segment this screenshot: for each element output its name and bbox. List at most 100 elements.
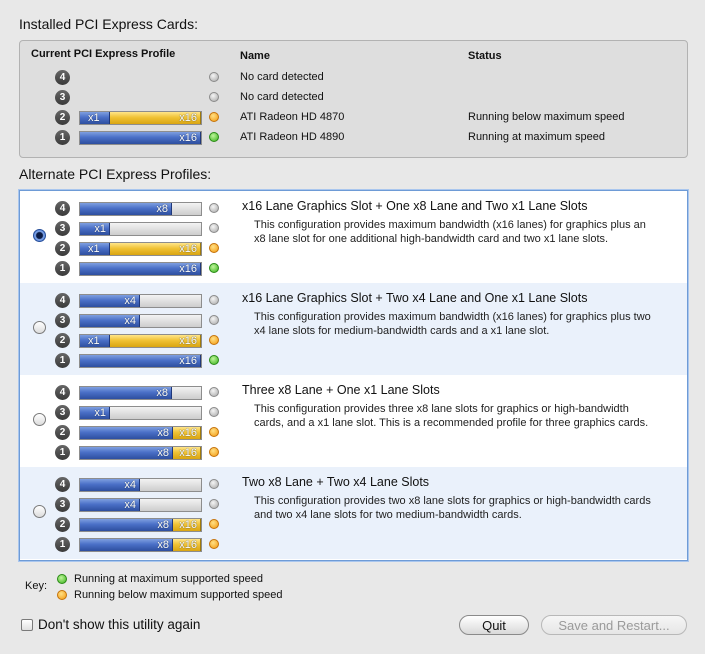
status-light-icon [209,355,219,365]
lane-segment: x16 [173,447,201,459]
save-and-restart-button[interactable]: Save and Restart... [541,615,687,635]
lane-bar: x16 [79,262,202,276]
lane-segment: x1 [80,112,110,124]
slot-number-badge: 4 [55,70,70,85]
status-light-icon [209,112,219,122]
profile-row[interactable]: 4 x4 3 x4 2 x1 x16 1 x16 x16 Lane Graphics Slot +… [20,283,687,375]
lane-width-label: x1 [88,335,100,347]
lane-width-label: x1 [88,243,100,255]
slot-number-badge: 3 [55,405,70,420]
lane-width-label: x16 [179,539,197,551]
status-light-icon [209,203,219,213]
card-status: Running at maximum speed [468,131,605,143]
slot-number-badge: 3 [55,221,70,236]
alternate-profiles-list[interactable]: 4 x8 3 x1 2 x1 x16 1 x16 x16 Lane Graphics Slot +… [19,190,688,561]
lane-width-label: x4 [124,499,136,511]
slot-number-badge: 3 [55,497,70,512]
lane-width-label: x8 [157,427,169,439]
slot-number-badge: 2 [55,241,70,256]
status-light-icon [209,92,219,102]
lane-bar: x4 [79,498,202,512]
dont-show-checkbox[interactable] [21,619,33,631]
lane-bar: x1 [79,406,202,420]
lane-width-label: x8 [156,387,168,399]
slot-number-badge: 2 [55,425,70,440]
card-name: ATI Radeon HD 4870 [240,111,345,123]
status-light-icon [209,427,219,437]
installed-cards-heading: Installed PCI Express Cards: [19,16,198,32]
dont-show-label[interactable]: Don't show this utility again [38,617,200,632]
card-name: No card detected [240,91,324,103]
lane-segment: x1 [80,407,110,419]
lane-bar: x4 [79,294,202,308]
status-light-icon [209,315,219,325]
status-light-icon [209,447,219,457]
lane-segment: x1 [80,243,110,255]
status-light-icon [209,263,219,273]
lane-bar: x8 [79,386,202,400]
lane-segment: x16 [80,132,201,144]
lane-width-label: x1 [88,112,100,124]
slot-number-badge: 1 [55,261,70,276]
key-label: Key: [25,580,48,592]
lane-segment: x16 [80,355,201,367]
profile-radio-button[interactable] [33,321,46,334]
lane-width-label: x16 [179,132,197,144]
lane-width-label: x4 [124,479,136,491]
status-light-icon [209,72,219,82]
lane-width-label: x16 [179,355,197,367]
slot-number-badge: 1 [55,130,70,145]
profile-row[interactable]: 4 x4 3 x4 2 x8 x16 1 x8 x16 Two x8 Lane + Two x4 L… [20,467,687,559]
status-light-icon [209,479,219,489]
lane-bar: x4 [79,478,202,492]
profile-radio-button[interactable] [33,413,46,426]
installed-cards-panel: Current PCI Express Profile Name Status … [19,40,688,158]
profile-radio-button[interactable] [33,229,46,242]
slot-number-badge: 4 [55,293,70,308]
lane-segment: x16 [80,263,201,275]
status-light-icon [209,335,219,345]
lane-bar: x8 x16 [79,446,202,460]
profile-row[interactable]: 4 x8 3 x1 2 x8 x16 1 x8 x16 Three x8 Lane + One x1… [20,375,687,467]
profile-title: Two x8 Lane + Two x4 Lane Slots [242,475,430,489]
lane-width-label: x8 [157,447,169,459]
card-name: No card detected [240,71,324,83]
status-light-icon [209,407,219,417]
key-green-text: Running at maximum supported speed [74,573,263,585]
lane-segment: x4 [80,479,140,491]
lane-width-label: x1 [94,223,106,235]
lane-width-label: x16 [179,519,197,531]
lane-bar: x1 x16 [79,111,202,125]
profile-radio-button[interactable] [33,505,46,518]
slot-number-badge: 1 [55,537,70,552]
lane-bar: x16 [79,131,202,145]
lane-segment: x8 [80,519,173,531]
lane-segment: x8 [80,447,173,459]
slot-number-badge: 1 [55,353,70,368]
lane-width-label: x1 [94,407,106,419]
green-light-icon [57,574,67,584]
column-header-name: Name [240,50,270,62]
status-light-icon [209,132,219,142]
lane-bar: x1 x16 [79,334,202,348]
lane-width-label: x8 [157,539,169,551]
alternate-profiles-heading: Alternate PCI Express Profiles: [19,166,212,182]
profile-row[interactable]: 4 x8 3 x1 2 x1 x16 1 x16 x16 Lane Graphics Slot +… [20,191,687,283]
status-light-icon [209,519,219,529]
lane-width-label: x8 [156,203,168,215]
lane-bar: x8 [79,202,202,216]
status-light-icon [209,539,219,549]
lane-segment: x4 [80,315,140,327]
quit-button[interactable]: Quit [459,615,529,635]
lane-segment: x8 [80,427,173,439]
card-status: Running below maximum speed [468,111,625,123]
lane-width-label: x16 [179,427,197,439]
lane-segment: x8 [80,539,173,551]
lane-bar: x1 [79,222,202,236]
slot-number-badge: 4 [55,385,70,400]
lane-width-label: x16 [179,447,197,459]
slot-number-badge: 4 [55,201,70,216]
lane-segment: x16 [110,335,201,347]
slot-number-badge: 3 [55,90,70,105]
slot-number-badge: 2 [55,517,70,532]
